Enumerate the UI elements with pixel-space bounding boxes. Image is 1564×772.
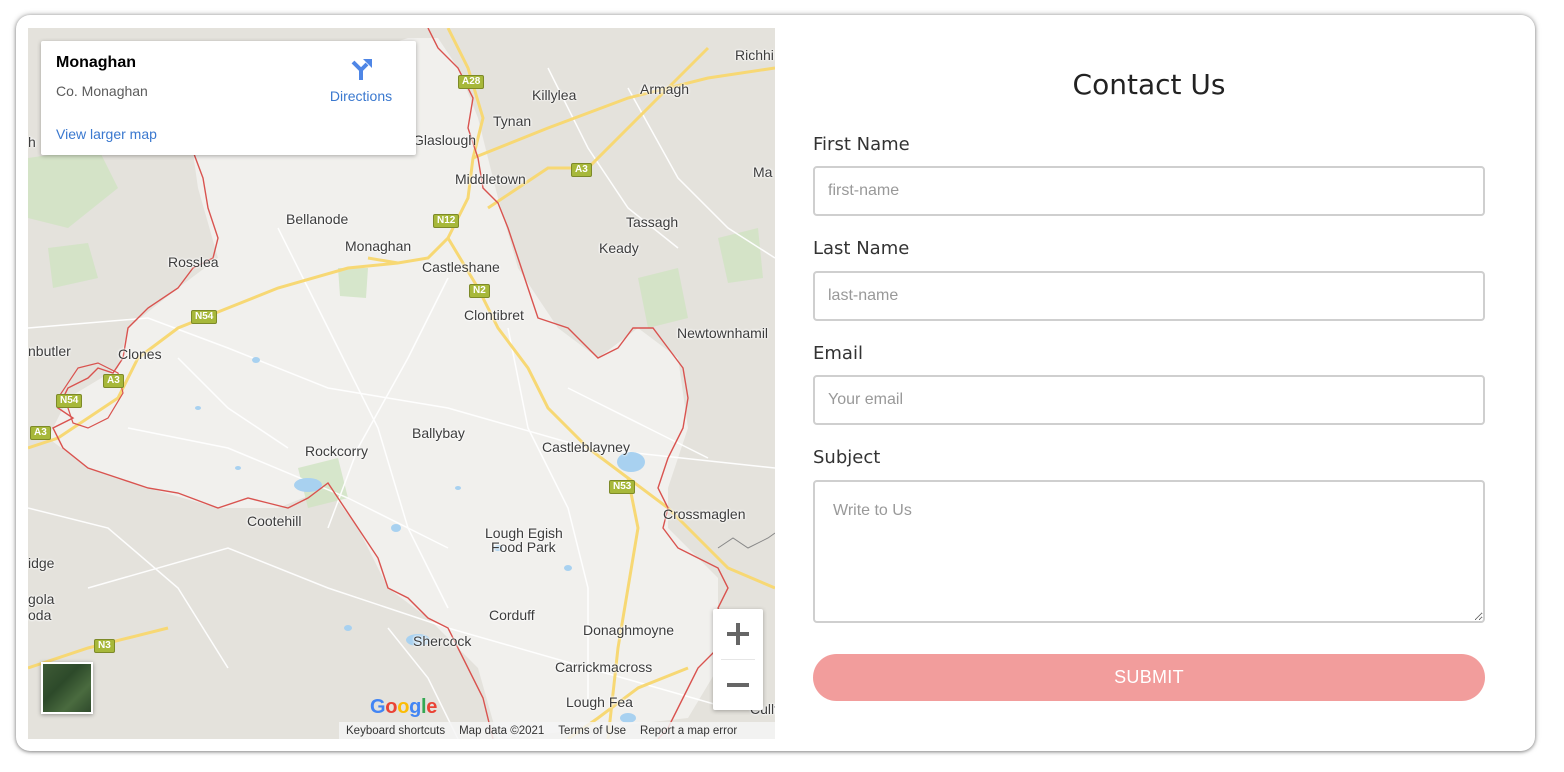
- last-name-label: Last Name: [813, 238, 910, 259]
- place-label: Clones: [118, 346, 162, 362]
- place-label: Shercock: [413, 633, 472, 649]
- place-label: Rosslea: [168, 254, 219, 270]
- place-label: Monaghan: [345, 238, 412, 254]
- road-shield: N2: [469, 284, 490, 298]
- first-name-label: First Name: [813, 134, 910, 155]
- submit-button[interactable]: SUBMIT: [813, 654, 1485, 701]
- road-shield: N3: [94, 639, 115, 653]
- zoom-controls: [713, 609, 763, 710]
- contact-form: Contact Us First Name Last Name Email Su…: [813, 15, 1485, 751]
- place-label: Carrickmacross: [555, 659, 653, 675]
- place-label: Food Park: [491, 539, 556, 555]
- place-label: Corduff: [489, 607, 535, 623]
- place-title: Monaghan: [56, 54, 136, 71]
- place-label: Ma: [753, 164, 773, 180]
- place-label: Glaslough: [413, 132, 477, 148]
- place-label: idge: [28, 555, 55, 571]
- place-label: Rockcorry: [305, 443, 369, 459]
- contact-card: Richhi Killylea Armagh Glaslough Tynan M…: [16, 15, 1535, 751]
- road-shield: A3: [571, 163, 592, 177]
- place-label: Richhi: [735, 47, 774, 63]
- place-label: Crossmaglen: [663, 506, 746, 522]
- place-label: Tassagh: [626, 214, 679, 230]
- form-title: Contact Us: [1072, 68, 1226, 101]
- place-label: Castleblayney: [542, 439, 630, 455]
- first-name-input[interactable]: [813, 166, 1485, 216]
- place-label: Newtownhamil: [677, 325, 769, 341]
- embedded-map[interactable]: Richhi Killylea Armagh Glaslough Tynan M…: [28, 28, 775, 739]
- terms-of-use-link[interactable]: Terms of Use: [551, 725, 633, 737]
- place-label: Armagh: [640, 81, 690, 97]
- map-attribution-bar: Keyboard shortcuts Map data ©2021 Terms …: [339, 722, 775, 739]
- zoom-out-button[interactable]: [713, 660, 763, 710]
- road-shield: N54: [191, 310, 218, 324]
- satellite-view-toggle[interactable]: [41, 662, 93, 714]
- road-shield: N54: [56, 394, 83, 408]
- place-label: Killylea: [532, 87, 577, 103]
- keyboard-shortcuts-link[interactable]: Keyboard shortcuts: [339, 725, 452, 737]
- place-label: Cootehill: [247, 513, 302, 529]
- road-shield: N53: [609, 480, 636, 494]
- minus-icon: [727, 683, 749, 687]
- place-label: Tynan: [493, 113, 532, 129]
- place-label: Clontibret: [464, 307, 524, 323]
- view-larger-map-link[interactable]: View larger map: [56, 126, 157, 142]
- report-map-error-link[interactable]: Report a map error: [633, 725, 744, 737]
- place-label: nbutler: [28, 343, 71, 359]
- map-data-text: Map data ©2021: [459, 724, 545, 737]
- place-label: oda: [28, 607, 52, 623]
- road-shield: N12: [433, 214, 460, 228]
- plus-icon: [727, 623, 749, 645]
- place-label: Castleshane: [422, 259, 500, 275]
- directions-button[interactable]: Directions: [323, 55, 399, 104]
- subject-textarea[interactable]: [813, 480, 1485, 623]
- place-label: Donaghmoyne: [583, 622, 675, 638]
- zoom-in-button[interactable]: [713, 609, 763, 659]
- directions-label: Directions: [329, 88, 393, 104]
- place-subtitle: Co. Monaghan: [56, 83, 148, 99]
- place-label: gola: [28, 591, 55, 607]
- place-label: Middletown: [455, 171, 526, 187]
- place-label: Ballybay: [412, 425, 465, 441]
- place-label: Bellanode: [286, 211, 349, 227]
- road-shield: A3: [30, 426, 51, 440]
- road-shield: A3: [103, 374, 124, 388]
- last-name-input[interactable]: [813, 271, 1485, 321]
- map-info-box: Monaghan Co. Monaghan View larger map Di…: [41, 41, 416, 155]
- place-label: h: [28, 134, 36, 150]
- road-shield: A28: [458, 75, 485, 89]
- google-logo: Google: [370, 696, 438, 718]
- place-label: Keady: [599, 240, 639, 256]
- place-label: Lough Fea: [566, 694, 633, 710]
- email-label: Email: [813, 343, 863, 364]
- directions-icon: [351, 59, 372, 80]
- email-input[interactable]: [813, 375, 1485, 425]
- subject-label: Subject: [813, 447, 881, 468]
